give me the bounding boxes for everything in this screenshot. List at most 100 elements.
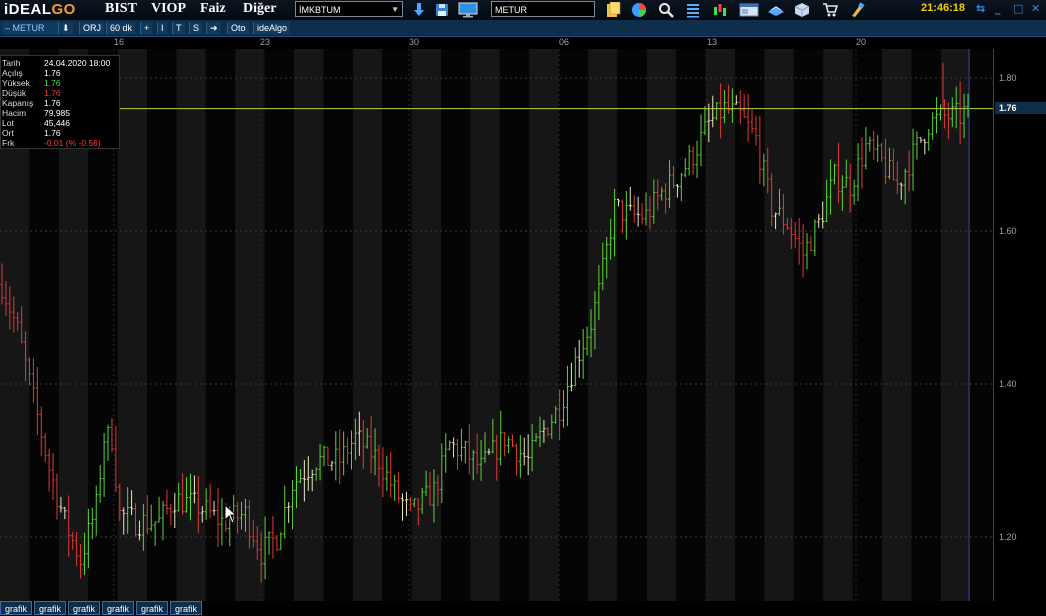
tab-grafik[interactable]: grafik: [34, 601, 66, 615]
session-band: [117, 49, 147, 601]
orj-button[interactable]: ORJ: [79, 22, 104, 34]
x-tick-label: 30: [409, 37, 420, 47]
download-icon[interactable]: [411, 2, 427, 18]
info-key: Düşük: [2, 88, 27, 98]
symbol-input-value: METUR: [495, 5, 527, 15]
info-value: 1.76: [44, 88, 61, 98]
info-value: -0.01 (% -0.56): [44, 138, 101, 148]
clock: 21:46:18: [921, 2, 966, 14]
monitor-icon[interactable]: [458, 2, 478, 18]
info-value: 45,446: [44, 118, 70, 128]
x-tick-label: 20: [856, 37, 867, 47]
session-band: [793, 49, 824, 601]
session-band: [294, 49, 324, 601]
s-button[interactable]: S: [189, 22, 203, 34]
session-band: [323, 49, 353, 601]
info-key: Hacim: [2, 108, 27, 118]
chevron-down-icon: ▼: [391, 5, 399, 14]
tab-grafik[interactable]: grafik: [102, 601, 134, 615]
top-toolbar: iDEALGO BIST VIOP Faiz Diğer İMKBTUM ▼ M…: [0, 0, 1046, 20]
session-band: [823, 49, 853, 601]
minimize-icon[interactable]: _: [995, 2, 1001, 15]
session-band: [588, 49, 618, 601]
info-value: 24.04.2020 18:00: [44, 58, 111, 68]
info-key: Tarih: [2, 58, 21, 68]
session-band: [470, 49, 500, 601]
pie-chart-icon[interactable]: [631, 2, 647, 18]
menu-faiz[interactable]: Faiz: [200, 1, 226, 17]
list-icon[interactable]: [685, 2, 701, 18]
session-band: [970, 49, 994, 601]
menu-viop[interactable]: VIOP: [151, 1, 186, 17]
brush-icon[interactable]: [849, 2, 865, 18]
maximize-icon[interactable]: □: [1013, 2, 1023, 15]
search-icon[interactable]: [658, 2, 674, 18]
cart-icon[interactable]: [822, 2, 838, 18]
session-band: [382, 49, 412, 601]
tab-grafik[interactable]: grafik: [170, 601, 202, 615]
price-chart[interactable]: [0, 49, 994, 601]
y-tick-label: 1.20: [999, 532, 1017, 542]
info-value: 1.76: [44, 78, 61, 88]
arrow-right-button[interactable]: ➜: [206, 22, 221, 34]
info-value: 1.76: [44, 68, 61, 78]
current-price-tag: 1.76: [995, 102, 1046, 114]
y-tick-label: 1.40: [999, 379, 1017, 389]
tab-grafik[interactable]: grafik: [0, 601, 32, 615]
save-icon[interactable]: [434, 2, 450, 18]
interval-button[interactable]: 60 dk: [106, 22, 136, 34]
session-band: [882, 49, 912, 601]
session-band: [764, 49, 794, 601]
session-band: [264, 49, 294, 601]
session-band: [499, 49, 530, 601]
idealgo-button[interactable]: ideAlgo: [253, 22, 291, 34]
candles-icon[interactable]: [712, 2, 728, 18]
tab-grafik[interactable]: grafik: [136, 601, 168, 615]
mouse-cursor-icon: [224, 504, 238, 524]
i-button[interactable]: I: [157, 22, 167, 34]
ohlc-info-box: Tarih 24.04.2020 18:00 Açılış 1.76 Yüksek 1.7…: [0, 55, 120, 149]
y-tick-label: 1.80: [999, 73, 1017, 83]
session-band: [558, 49, 588, 601]
info-key: Lot: [2, 118, 14, 128]
session-band: [352, 49, 383, 601]
info-key: Frk: [2, 138, 15, 148]
menu-diger[interactable]: Diğer: [243, 1, 276, 17]
session-band: [646, 49, 677, 601]
x-tick-label: 16: [114, 37, 125, 47]
info-value: 1.76: [44, 128, 61, 138]
window-icon[interactable]: [739, 2, 759, 18]
close-icon[interactable]: ✕: [1031, 2, 1040, 15]
x-tick-label: 23: [260, 37, 271, 47]
session-band: [176, 49, 206, 601]
market-select[interactable]: İMKBTUM ▼: [295, 1, 403, 17]
info-value: 1.76: [44, 98, 61, 108]
session-band: [617, 49, 647, 601]
info-key: Açılış: [2, 68, 23, 78]
tab-grafik[interactable]: grafik: [68, 601, 100, 615]
plus-button[interactable]: +: [140, 22, 153, 34]
symbol-input[interactable]: METUR: [491, 1, 595, 17]
back-icon[interactable]: ⇆: [976, 2, 985, 15]
x-tick-label: 13: [707, 37, 718, 47]
info-key: Yüksek: [2, 78, 30, 88]
session-band: [940, 49, 971, 601]
y-tick-label: 1.60: [999, 226, 1017, 236]
clipboard-icon[interactable]: [605, 2, 621, 18]
market-select-value: İMKBTUM: [299, 5, 341, 15]
t-button[interactable]: T: [172, 22, 185, 34]
session-band: [411, 49, 441, 601]
app-logo: iDEALGO: [4, 1, 76, 18]
oto-button[interactable]: Oto: [227, 22, 249, 34]
satellite-icon[interactable]: [766, 2, 786, 18]
x-tick-label: 06: [559, 37, 570, 47]
arrow-down-icon[interactable]: ⬇: [58, 22, 73, 34]
chart-toolbar: – METUR ⬇ ORJ 60 dk + I T S ➜ Oto ideAlg…: [0, 20, 1046, 37]
session-band: [529, 49, 559, 601]
chart-symbol-button[interactable]: – METUR: [2, 22, 60, 34]
menu-bist[interactable]: BIST: [105, 1, 137, 17]
info-key: Ort: [2, 128, 14, 138]
x-axis: 16 23 30 06 13 20: [0, 37, 994, 49]
cube-icon[interactable]: [794, 2, 810, 18]
session-band: [852, 49, 882, 601]
